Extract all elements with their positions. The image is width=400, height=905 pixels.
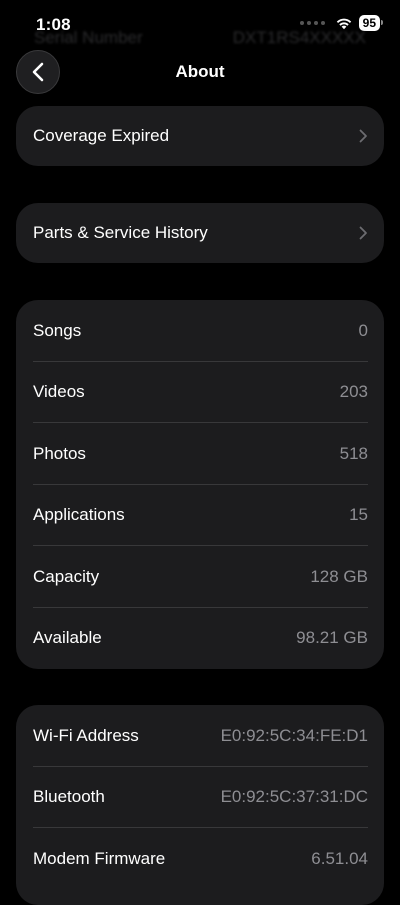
info-row-videos: Videos 203 xyxy=(33,362,368,424)
coverage-label: Coverage Expired xyxy=(33,126,170,145)
parts-service-history-row[interactable]: Parts & Service History xyxy=(16,203,384,263)
info-value: E0:92:5C:34:FE:D1 xyxy=(220,725,368,745)
info-label: Applications xyxy=(33,505,125,525)
navigation-bar: About xyxy=(0,50,400,94)
info-value: 0 xyxy=(358,320,368,340)
signal-dots xyxy=(299,21,325,25)
info-row-wifi-address: Wi-Fi Address E0:92:5C:34:FE:D1 xyxy=(33,705,368,767)
chevron-right-icon xyxy=(359,129,367,143)
info-value: E0:92:5C:37:31:DC xyxy=(220,787,368,807)
info-row-bluetooth: Bluetooth E0:92:5C:37:31:DC xyxy=(33,767,368,829)
media-info-group: Songs 0 Videos 203 Photos 518 Applicatio… xyxy=(16,300,384,669)
info-label: Available xyxy=(33,628,102,648)
info-label: Photos xyxy=(33,443,86,463)
chevron-right-icon xyxy=(359,226,367,240)
info-row-capacity: Capacity 128 GB xyxy=(33,546,368,608)
info-row-songs: Songs 0 xyxy=(33,300,368,362)
info-value: 518 xyxy=(339,443,368,463)
info-label: Songs xyxy=(33,320,82,340)
info-value: 203 xyxy=(339,382,368,402)
info-label: Videos xyxy=(33,382,85,402)
info-value: 15 xyxy=(349,505,368,525)
info-value: 98.21 GB xyxy=(296,628,368,648)
scrolled-row-ghost: Serial Number DXT1RS4XXXXX xyxy=(34,28,366,48)
parts-service-label: Parts & Service History xyxy=(33,223,208,242)
info-row-available: Available 98.21 GB xyxy=(33,608,368,670)
info-label: Bluetooth xyxy=(33,787,105,807)
coverage-row[interactable]: Coverage Expired xyxy=(16,106,384,166)
ghost-value: DXT1RS4XXXXX xyxy=(232,28,366,47)
network-info-group: Wi-Fi Address E0:92:5C:34:FE:D1 Bluetoot… xyxy=(16,705,384,905)
info-row-applications: Applications 15 xyxy=(33,485,368,547)
page-title: About xyxy=(175,62,225,81)
info-row-modem-firmware: Modem Firmware 6.51.04 xyxy=(33,828,368,890)
info-label: Modem Firmware xyxy=(33,848,166,868)
ghost-label: Serial Number xyxy=(34,28,143,47)
info-label: Capacity xyxy=(33,566,100,586)
info-label: Wi-Fi Address xyxy=(33,725,139,745)
info-value: 6.51.04 xyxy=(311,848,368,868)
info-value: 128 GB xyxy=(310,566,368,586)
info-row-photos: Photos 518 xyxy=(33,423,368,485)
